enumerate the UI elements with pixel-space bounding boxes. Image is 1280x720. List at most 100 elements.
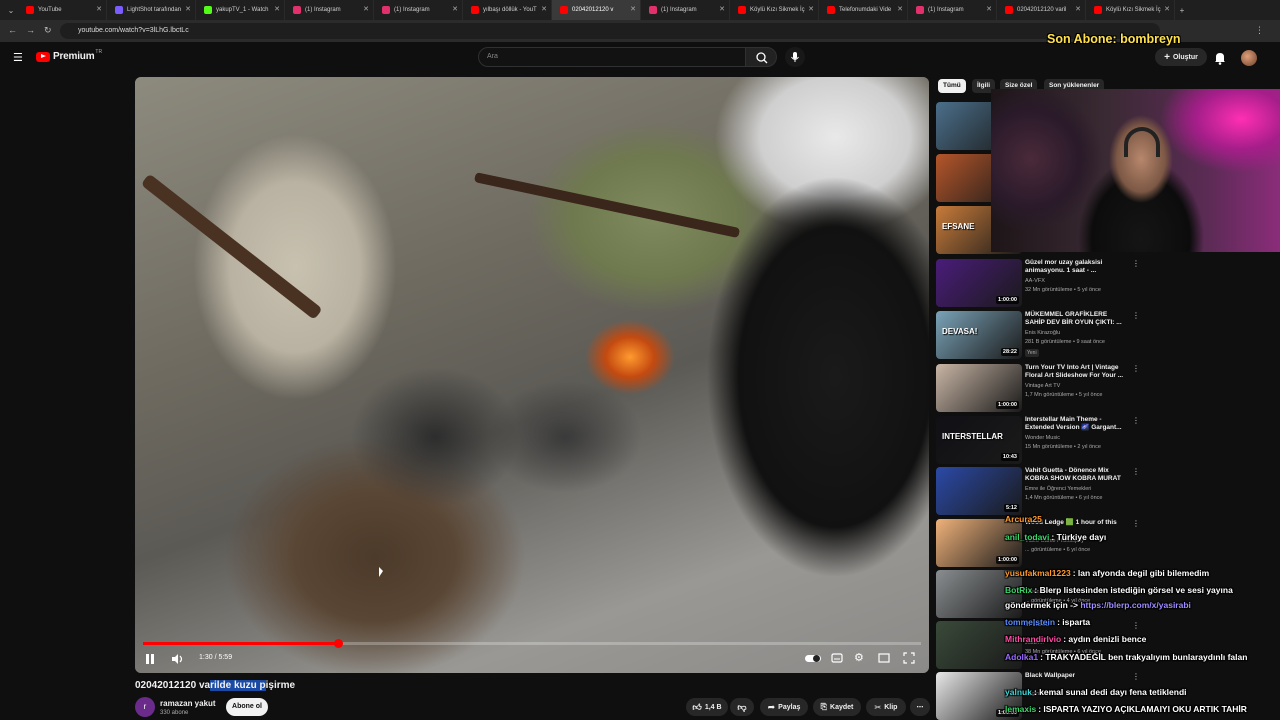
browser-tab[interactable]: yılbaşı döllük - YouT ✕ bbox=[463, 0, 552, 20]
video-duration: 28:22 bbox=[1000, 348, 1019, 356]
tab-search-icon[interactable]: ⌄ bbox=[4, 0, 18, 20]
chat-text: göndermek için -> bbox=[1005, 600, 1078, 610]
tab-close-icon[interactable]: ✕ bbox=[452, 5, 458, 13]
recommendation-channel[interactable]: Emre ile Öğrenci Yemekleri bbox=[1025, 486, 1091, 492]
browser-tab[interactable]: (1) Instagram ✕ bbox=[285, 0, 374, 20]
hamburger-menu-icon[interactable]: ☰ bbox=[13, 51, 23, 64]
browser-tab[interactable]: 02042012120 varil ✕ bbox=[997, 0, 1086, 20]
recommendation-title[interactable]: Turn Your TV Into Art | Vintage Floral A… bbox=[1025, 364, 1125, 380]
recommendation-item[interactable]: 5:12 Vahit Guetta - Dönence Mix KOBRA SHO… bbox=[936, 467, 1146, 515]
video-thumbnail[interactable]: 1:00:00 bbox=[936, 364, 1022, 412]
recommendation-item[interactable]: INTERSTELLAR 10:43 Interstellar Main Theme… bbox=[936, 416, 1146, 464]
latest-subscriber-alert: Son Abone: bombreyn bbox=[1047, 32, 1181, 46]
tab-close-icon[interactable]: ✕ bbox=[363, 5, 369, 13]
clip-button[interactable]: ✂ Klip bbox=[866, 698, 906, 716]
more-options-icon[interactable]: ⋮ bbox=[1132, 621, 1140, 630]
search-button[interactable] bbox=[745, 47, 777, 67]
volume-icon[interactable] bbox=[171, 653, 185, 665]
forward-icon[interactable]: → bbox=[26, 25, 35, 35]
create-button[interactable]: + Oluştur bbox=[1155, 48, 1207, 66]
tab-close-icon[interactable]: ✕ bbox=[274, 5, 280, 13]
reload-icon[interactable]: ↻ bbox=[44, 25, 52, 36]
browser-tab[interactable]: Köylü Kızı Sikmek İç ✕ bbox=[730, 0, 819, 20]
browser-tab[interactable]: LightShot tarafından ✕ bbox=[107, 0, 196, 20]
channel-avatar[interactable]: r bbox=[135, 697, 155, 717]
browser-menu-icon[interactable]: ⋮ bbox=[1255, 25, 1264, 36]
video-thumbnail[interactable]: 1:00:00 bbox=[936, 259, 1022, 307]
video-thumbnail[interactable]: DEVASA! 28:22 bbox=[936, 311, 1022, 359]
save-button[interactable]: ⎘ Kaydet bbox=[813, 698, 861, 716]
more-options-icon[interactable]: ⋮ bbox=[1132, 311, 1140, 320]
share-button[interactable]: ➦ Paylaş bbox=[760, 698, 808, 716]
recommendation-channel[interactable]: Wonder Music bbox=[1025, 435, 1060, 441]
recommendation-title[interactable]: Interstellar Main Theme - Extended Versi… bbox=[1025, 416, 1125, 432]
pause-icon[interactable] bbox=[145, 653, 155, 665]
dislike-button[interactable]: 👎︎ bbox=[730, 698, 754, 716]
video-title-part: 02042012120 va bbox=[135, 680, 211, 691]
tab-close-icon[interactable]: ✕ bbox=[96, 5, 102, 13]
video-thumbnail[interactable]: INTERSTELLAR 10:43 bbox=[936, 416, 1022, 464]
tab-close-icon[interactable]: ✕ bbox=[185, 5, 191, 13]
new-tab-button[interactable]: + bbox=[1175, 0, 1189, 20]
video-player[interactable]: 1:30 / 5:59 ⚙ bbox=[135, 77, 929, 673]
search-input[interactable]: Ara bbox=[478, 47, 746, 67]
chat-message: BotRix: Blerp listesinden istediğin görs… bbox=[1005, 585, 1233, 595]
more-options-icon[interactable]: ⋮ bbox=[1132, 672, 1140, 681]
more-options-icon[interactable]: ⋮ bbox=[1132, 467, 1140, 476]
recommendation-channel[interactable]: Vintage Art TV bbox=[1025, 383, 1060, 389]
tab-close-icon[interactable]: ✕ bbox=[1075, 5, 1081, 13]
tab-favicon-icon bbox=[827, 6, 835, 14]
back-icon[interactable]: ← bbox=[8, 25, 17, 35]
settings-gear-icon[interactable]: ⚙ bbox=[854, 651, 864, 664]
progress-bar[interactable] bbox=[143, 639, 921, 648]
recommendation-item[interactable]: 1:00:00 Wood Ledge 🟩 1 hour of this Video … bbox=[936, 519, 1146, 567]
like-button[interactable]: 👍︎ 1,4 B bbox=[686, 698, 728, 716]
chat-link[interactable]: https://blerp.com/x/yasirabi bbox=[1080, 600, 1191, 610]
subscribe-button[interactable]: Abone ol bbox=[226, 698, 268, 716]
browser-tab[interactable]: (1) Instagram ✕ bbox=[908, 0, 997, 20]
recommendation-channel[interactable]: AA-VFX bbox=[1025, 278, 1045, 284]
recommendation-title[interactable]: Vahit Guetta - Dönence Mix KOBRA SHOW KO… bbox=[1025, 467, 1125, 483]
voice-search-button[interactable] bbox=[785, 47, 805, 67]
browser-tab[interactable]: Köylü Kızı Sikmek İç ✕ bbox=[1086, 0, 1175, 20]
theater-mode-icon[interactable] bbox=[878, 652, 890, 664]
autoplay-toggle-icon[interactable] bbox=[805, 653, 821, 663]
tab-close-icon[interactable]: ✕ bbox=[808, 5, 814, 13]
chat-message: yalnuk: kemal sunal dedi dayı fena tetik… bbox=[1005, 687, 1187, 697]
more-options-icon[interactable]: ⋮ bbox=[1132, 519, 1140, 528]
recommendation-title[interactable]: Black Wallpaper bbox=[1025, 672, 1125, 680]
browser-tab[interactable]: 02042012120 v ✕ bbox=[552, 0, 641, 20]
more-options-icon[interactable]: ⋮ bbox=[1132, 416, 1140, 425]
fullscreen-icon[interactable] bbox=[903, 652, 915, 664]
recommendation-channel[interactable]: Enis Kirazoğlu bbox=[1025, 330, 1060, 336]
more-actions-button[interactable]: ⋯ bbox=[910, 698, 930, 716]
account-avatar[interactable] bbox=[1241, 50, 1257, 66]
youtube-header: ☰ Premium TR Ara + Oluştur bbox=[0, 42, 1280, 76]
recommendation-item[interactable]: DEVASA! 28:22 MÜKEMMEL GRAFİKLERE SAHİP DE… bbox=[936, 311, 1146, 359]
more-options-icon[interactable]: ⋮ bbox=[1132, 364, 1140, 373]
channel-name[interactable]: ramazan yakut bbox=[160, 699, 216, 708]
tab-close-icon[interactable]: ✕ bbox=[630, 5, 636, 13]
recommendation-item[interactable]: 1:00:00 Turn Your TV Into Art | Vintage F… bbox=[936, 364, 1146, 412]
tab-close-icon[interactable]: ✕ bbox=[986, 5, 992, 13]
recommendation-title[interactable]: MÜKEMMEL GRAFİKLERE SAHİP DEV BİR OYUN Ç… bbox=[1025, 311, 1125, 327]
browser-tab[interactable]: Telefonumdaki Vide ✕ bbox=[819, 0, 908, 20]
video-thumbnail[interactable]: 5:12 bbox=[936, 467, 1022, 515]
url-field[interactable]: youtube.com/watch?v=3lLhG.lbctLc bbox=[60, 23, 1160, 39]
tab-close-icon[interactable]: ✕ bbox=[719, 5, 725, 13]
video-thumbnail[interactable]: 1:00:00 bbox=[936, 519, 1022, 567]
youtube-logo[interactable]: Premium TR bbox=[36, 49, 102, 62]
browser-tab[interactable]: yakupTV_1 - Watch ✕ bbox=[196, 0, 285, 20]
subtitles-icon[interactable] bbox=[831, 652, 843, 664]
notifications-bell-icon[interactable] bbox=[1214, 51, 1226, 65]
tab-close-icon[interactable]: ✕ bbox=[541, 5, 547, 13]
browser-tab[interactable]: (1) Instagram ✕ bbox=[641, 0, 730, 20]
recommendation-title[interactable]: Güzel mor uzay galaksisi animasyonu. 1 s… bbox=[1025, 259, 1125, 275]
tab-close-icon[interactable]: ✕ bbox=[897, 5, 903, 13]
browser-tab[interactable]: (1) Instagram ✕ bbox=[374, 0, 463, 20]
tab-close-icon[interactable]: ✕ bbox=[1164, 5, 1170, 13]
chip-all[interactable]: Tümü bbox=[938, 79, 966, 93]
more-options-icon[interactable]: ⋮ bbox=[1132, 259, 1140, 268]
recommendation-item[interactable]: 1:00:00 Güzel mor uzay galaksisi animasyo… bbox=[936, 259, 1146, 307]
browser-tab[interactable]: YouTube ✕ bbox=[18, 0, 107, 20]
